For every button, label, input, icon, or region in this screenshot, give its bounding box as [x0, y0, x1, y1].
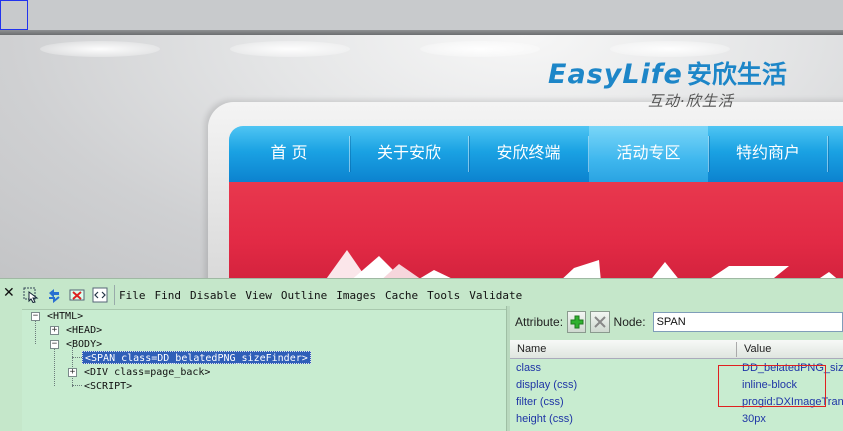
attribute-name: display (css) — [516, 379, 578, 391]
tree-node-script[interactable]: <SCRIPT> — [84, 380, 132, 393]
size-finder-highlight — [0, 0, 28, 30]
menu-cache[interactable]: Cache — [385, 289, 418, 302]
close-icon[interactable]: ✕ — [3, 285, 15, 301]
toolbar-row: File Find Disable View Outline Images Ca… — [20, 281, 843, 309]
select-element-icon[interactable] — [20, 284, 42, 306]
delete-icon — [594, 316, 606, 328]
spotlight — [230, 41, 350, 57]
nav-item-activities[interactable]: 活动专区 — [589, 126, 708, 182]
tree-node-html[interactable]: <HTML> — [47, 310, 83, 323]
delete-attribute-button[interactable] — [590, 311, 610, 333]
plus-icon — [570, 315, 584, 329]
page-top-strip — [0, 0, 843, 32]
site-slogan: 互动·欣生活 — [648, 92, 734, 110]
menu-outline[interactable]: Outline — [281, 289, 327, 302]
column-header-value[interactable]: Value — [737, 340, 771, 359]
clear-highlight-icon[interactable] — [66, 284, 88, 306]
logo-text-cn: 安欣生活 — [686, 60, 787, 89]
attribute-value[interactable]: 30px — [736, 411, 843, 428]
collapse-toggle[interactable]: − — [31, 312, 40, 321]
menu-images[interactable]: Images — [336, 289, 376, 302]
attribute-name: class — [516, 362, 542, 374]
menu-disable[interactable]: Disable — [190, 289, 236, 302]
tree-guide — [72, 357, 82, 358]
view-source-icon[interactable] — [89, 284, 111, 306]
refresh-icon[interactable] — [43, 284, 65, 306]
node-name-field[interactable]: SPAN — [652, 312, 843, 332]
tree-node-body[interactable]: <BODY> — [66, 338, 102, 351]
tree-guide — [35, 320, 36, 344]
menu-view[interactable]: View — [245, 289, 272, 302]
tree-node-head[interactable]: <HEAD> — [66, 324, 102, 337]
nav-item-merchants[interactable]: 特约商户 — [709, 126, 827, 182]
attribute-name: height (css) — [516, 413, 573, 425]
banner-graphic — [324, 250, 841, 282]
spotlight — [420, 41, 540, 57]
menu-file[interactable]: File — [119, 289, 146, 302]
logo-text-en: EasyLife — [548, 59, 683, 90]
add-attribute-button[interactable] — [567, 311, 587, 333]
attribute-name: filter (css) — [516, 396, 564, 408]
tree-node-div[interactable]: <DIV class=page_back> — [84, 366, 210, 379]
dom-tree[interactable]: − <HTML> + <HEAD> − <BODY> <SPAN class=D… — [22, 309, 506, 431]
expand-toggle[interactable]: + — [68, 368, 77, 377]
toolbar-divider — [114, 285, 115, 305]
table-row[interactable]: height (css) 30px — [510, 411, 843, 428]
attribute-label: Attribute: — [515, 315, 564, 329]
promo-banner[interactable] — [229, 182, 843, 282]
menu-validate[interactable]: Validate — [469, 289, 522, 302]
nav-item-terminal[interactable]: 安欣终端 — [469, 126, 588, 182]
nav-divider — [827, 136, 828, 172]
node-label: Node: — [613, 315, 646, 329]
attribute-header: Attribute: Node: SPAN — [510, 306, 843, 338]
menu-find[interactable]: Find — [155, 289, 182, 302]
spotlight — [40, 41, 160, 57]
screen: EasyLife 安欣生活 互动·欣生活 首 页 关于安欣 安欣终端 活动专区 特… — [0, 0, 843, 431]
grid-header: Name Value — [510, 340, 843, 359]
site-logo[interactable]: EasyLife 安欣生活 — [548, 55, 787, 95]
tree-guide — [72, 385, 82, 386]
annotation-highlight-box — [718, 365, 826, 407]
collapse-toggle[interactable]: − — [50, 340, 59, 349]
expand-toggle[interactable]: + — [50, 326, 59, 335]
column-header-name[interactable]: Name — [510, 340, 546, 359]
nav-item-about[interactable]: 关于安欣 — [350, 126, 468, 182]
main-nav: 首 页 关于安欣 安欣终端 活动专区 特约商户 — [229, 126, 843, 182]
menu-tools[interactable]: Tools — [427, 289, 460, 302]
nav-item-home[interactable]: 首 页 — [229, 126, 349, 182]
tree-node-span-selected[interactable]: <SPAN class=DD_belatedPNG_sizeFinder> — [82, 351, 311, 364]
